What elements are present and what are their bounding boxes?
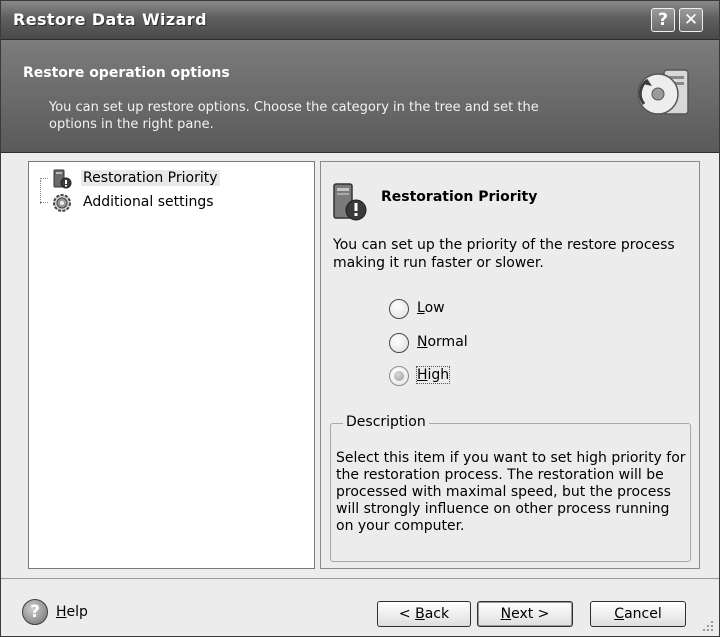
radio-button[interactable] [389, 333, 409, 353]
radio-button[interactable] [389, 299, 409, 319]
radio-label: Low [417, 300, 445, 316]
pane-title: Restoration Priority [381, 189, 538, 205]
tree-connector [40, 178, 48, 179]
title-bar[interactable]: Restore Data Wizard ? ✕ [1, 1, 719, 40]
radio-label: Normal [417, 334, 468, 350]
priority-icon [333, 183, 367, 221]
radio-label: High [415, 366, 451, 384]
wizard-header: Restore operation options You can set up… [1, 40, 719, 153]
help-icon[interactable]: ? [22, 599, 48, 625]
tree-connector [40, 202, 48, 203]
radio-button[interactable] [389, 366, 409, 386]
options-pane: Restoration Priority You can set up the … [320, 161, 700, 569]
description-legend: Description [343, 414, 429, 430]
help-link[interactable]: Help [56, 604, 88, 620]
wizard-window: Restore Data Wizard ? ✕ Restore operatio… [0, 0, 720, 637]
pane-description: You can set up the priority of the resto… [333, 237, 675, 271]
titlebar-close-button[interactable]: ✕ [679, 8, 703, 32]
description-group: Description Select this item if you want… [330, 414, 691, 562]
resize-grip-icon[interactable] [700, 618, 714, 632]
header-description: You can set up restore options. Choose t… [49, 100, 539, 132]
back-button[interactable]: < Back [377, 601, 471, 627]
footer-separator [1, 578, 719, 579]
tree-item-label: Additional settings [83, 194, 214, 210]
window-title: Restore Data Wizard [13, 10, 207, 29]
options-tree[interactable]: Restoration Priority Additional settings [28, 161, 315, 569]
description-text: Select this item if you want to set high… [336, 450, 686, 534]
tree-item-label: Restoration Priority [81, 170, 220, 186]
tree-connector [40, 180, 41, 204]
settings-gear-icon [53, 194, 71, 212]
header-title: Restore operation options [23, 65, 230, 81]
titlebar-help-button[interactable]: ? [651, 8, 675, 32]
next-button[interactable]: Next > [477, 601, 573, 627]
priority-icon [53, 169, 72, 189]
restore-wizard-icon [637, 69, 689, 115]
cancel-button[interactable]: Cancel [590, 601, 686, 627]
